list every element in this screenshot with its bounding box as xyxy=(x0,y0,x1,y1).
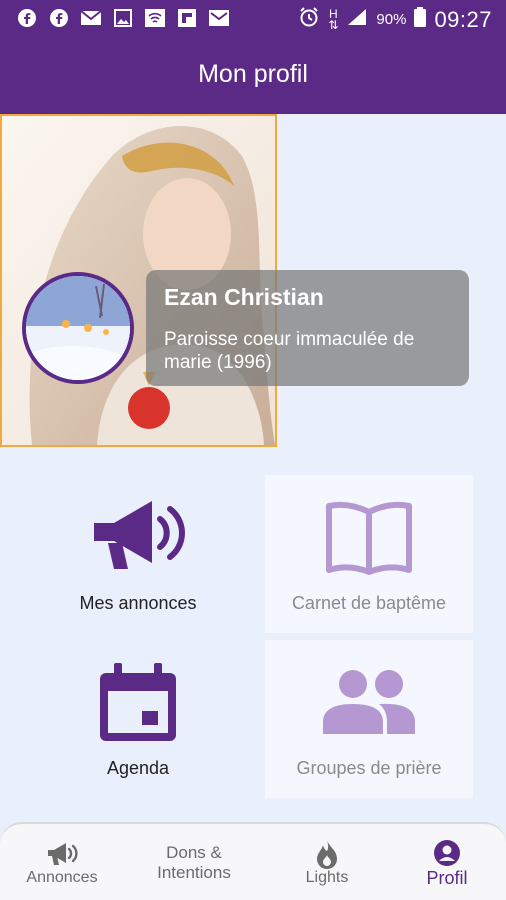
profile-info-card: Ezan Christian Paroisse coeur immaculée … xyxy=(146,270,469,386)
tab-profil[interactable]: Profil xyxy=(404,824,490,900)
mail-icon xyxy=(80,7,102,29)
tab-label: Dons & Intentions xyxy=(157,843,231,882)
megaphone-icon xyxy=(46,839,78,869)
clock: 09:27 xyxy=(434,6,492,32)
page-title: Mon profil xyxy=(198,60,308,88)
battery-percent: 90% xyxy=(376,11,407,28)
avatar-image xyxy=(26,276,130,380)
tile-mes-annonces[interactable]: Mes annonces xyxy=(34,475,242,633)
flipboard-icon xyxy=(176,7,198,29)
tile-groupes-de-priere[interactable]: Groupes de prière xyxy=(265,640,473,798)
notification-icons xyxy=(16,7,230,29)
book-icon xyxy=(323,497,415,579)
tab-label: Profil xyxy=(426,867,468,888)
megaphone-icon xyxy=(88,497,188,579)
app-bar: Mon profil xyxy=(0,38,506,114)
tile-label: Carnet de baptême xyxy=(291,593,447,613)
image-icon xyxy=(112,7,134,29)
gmail-icon xyxy=(208,7,230,29)
facebook-icon xyxy=(16,7,38,29)
wifi-icon xyxy=(144,7,166,29)
flame-icon xyxy=(314,839,340,869)
group-icon xyxy=(319,662,419,744)
tab-label: Annonces xyxy=(26,869,98,886)
tab-label: Lights xyxy=(305,869,349,886)
system-icons: H ⇅ 90% 09:27 xyxy=(298,6,492,33)
user-circle-icon xyxy=(433,838,461,868)
bottom-navigation: Annonces Dons & Intentions Lights Profil xyxy=(0,822,506,900)
facebook-icon xyxy=(48,7,70,29)
alarm-icon xyxy=(298,6,320,33)
profile-parish: Paroisse coeur immaculée de marie (1996) xyxy=(164,329,415,373)
tab-lights[interactable]: Lights xyxy=(284,824,370,900)
tile-label: Agenda xyxy=(106,758,170,778)
signal-icon xyxy=(346,7,368,32)
tab-dons-intentions[interactable]: Dons & Intentions xyxy=(142,824,246,900)
tile-agenda[interactable]: Agenda xyxy=(34,640,242,798)
h-signal-icon: H ⇅ xyxy=(328,6,339,32)
tile-label: Groupes de prière xyxy=(296,758,442,778)
profile-name: Ezan Christian xyxy=(164,284,324,310)
avatar[interactable] xyxy=(22,272,134,384)
calendar-icon xyxy=(96,662,180,744)
tile-label: Mes annonces xyxy=(79,593,197,613)
tile-carnet-de-bapteme[interactable]: Carnet de baptême xyxy=(265,475,473,633)
tab-annonces[interactable]: Annonces xyxy=(16,824,108,900)
battery-icon xyxy=(414,7,427,32)
status-bar: H ⇅ 90% 09:27 xyxy=(0,0,506,38)
